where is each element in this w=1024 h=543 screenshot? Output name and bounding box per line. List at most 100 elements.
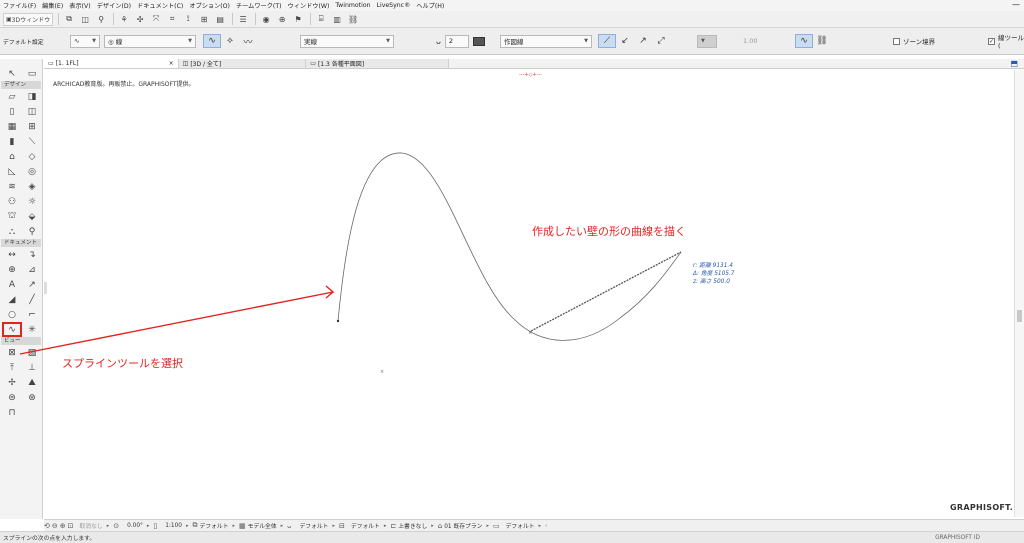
hotspot-tool-icon[interactable]: ✳: [22, 322, 42, 337]
menu-teamwork[interactable]: チームワーク(T): [236, 1, 282, 10]
menu-livesync[interactable]: LiveSync®: [377, 2, 411, 9]
menu-twinmotion[interactable]: Twinmotion: [335, 2, 370, 9]
doc-icon[interactable]: ▥: [330, 13, 344, 26]
dimension-status[interactable]: ⊟ デフォルト ▸: [339, 521, 386, 531]
tab-1fl[interactable]: ▭ [1. 1FL] ×: [44, 59, 179, 68]
spline-tool-icon[interactable]: ∿: [2, 322, 22, 337]
fit-icon[interactable]: ⊡: [68, 522, 74, 530]
graphisoft-id-status[interactable]: GRAPHISOFT ID: [935, 535, 980, 541]
pin-tool-icon[interactable]: ⚲: [22, 224, 42, 239]
marquee-tool-icon[interactable]: ▭: [22, 66, 42, 81]
group-icon[interactable]: ▤: [213, 13, 227, 26]
graphic-override-status[interactable]: ⊏ 上書きなし ▸: [390, 521, 433, 531]
line-tool-icon[interactable]: ╱: [22, 292, 42, 307]
wall-tool-icon[interactable]: ▱: [2, 89, 22, 104]
drawing-line-select[interactable]: 作図線 ▼: [500, 34, 592, 48]
flag-icon[interactable]: ⚑: [291, 13, 305, 26]
beam-tool-icon[interactable]: ⟍: [22, 134, 42, 149]
column-tool-icon[interactable]: ▮: [2, 134, 22, 149]
pen-color-swatch[interactable]: [472, 36, 485, 46]
railing-tool-icon[interactable]: ⛫: [2, 209, 22, 224]
detail-tool-icon[interactable]: ✢: [2, 375, 22, 390]
pen-number-field[interactable]: 2: [444, 34, 469, 48]
spline-geometry-button[interactable]: ∿: [795, 34, 813, 48]
camera-icon[interactable]: ⌸: [314, 13, 328, 26]
dimension-tool-icon[interactable]: ↔: [2, 247, 22, 262]
elevation-view-tool-icon[interactable]: ▧: [22, 345, 42, 360]
arrow-none-button[interactable]: ⟋: [598, 34, 616, 48]
tab-3d[interactable]: ◫ [3D / 全て]: [178, 59, 307, 68]
text-tool-icon[interactable]: A: [2, 277, 22, 292]
menu-edit[interactable]: 編集(E): [42, 1, 63, 10]
drawing-tool-icon[interactable]: ⊓: [2, 405, 22, 420]
polyline-tool-icon[interactable]: ⌐: [22, 307, 42, 322]
section-tool-icon[interactable]: ⊠: [2, 345, 22, 360]
level-dimension-tool-icon[interactable]: ↴: [22, 247, 42, 262]
explode-icon[interactable]: ⤧: [149, 13, 163, 26]
arrow-start-button[interactable]: ↙: [616, 34, 634, 48]
pen-set-status[interactable]: ᴗ デフォルト ▸: [287, 521, 335, 531]
arrow-end-button[interactable]: ↗: [634, 34, 652, 48]
menu-design[interactable]: デザイン(D): [97, 1, 131, 10]
freehand-spline-button[interactable]: 〰: [239, 34, 257, 48]
trim-icon[interactable]: ⌗: [165, 13, 179, 26]
split-icon[interactable]: ⊞: [197, 13, 211, 26]
tab-layout[interactable]: ▭ [1.3 各種平面図]: [306, 59, 450, 68]
3d-window-button[interactable]: ▣ 3Dウィンドウ: [3, 12, 54, 26]
camera-tool-icon[interactable]: ⊜: [2, 390, 22, 405]
door-tool-icon[interactable]: ▯: [2, 104, 22, 119]
scrollbar-thumb[interactable]: [1017, 310, 1022, 322]
menu-window[interactable]: ウィンドウ(W): [288, 1, 330, 10]
zoom-in-icon[interactable]: ⊕: [60, 522, 66, 530]
collab-icon[interactable]: ⛓: [346, 13, 360, 26]
slab-tool-icon[interactable]: ◇: [22, 149, 42, 164]
layer-icon[interactable]: ☰: [236, 13, 250, 26]
bezier-spline-button[interactable]: ⟡: [221, 34, 239, 48]
roof-tool-icon[interactable]: ⌂: [2, 149, 22, 164]
zone-tool-icon[interactable]: ⚇: [2, 194, 22, 209]
angle-status[interactable]: ⊙ 0.00° ▸: [113, 522, 149, 530]
shell-tool-icon[interactable]: ◺: [2, 164, 22, 179]
copy-icon[interactable]: ⧉: [62, 13, 76, 26]
line-style-select[interactable]: 実線 ▼: [300, 34, 394, 48]
elevation-tool-icon[interactable]: ⊕: [2, 262, 22, 277]
arrow-tool-icon[interactable]: ↖: [2, 66, 22, 81]
floor-plan-canvas[interactable]: ARCHICAD教育版。再販禁止。GRAPHISOFT提供。 ---+◇+---: [44, 70, 1014, 517]
window-tool-icon[interactable]: ◫: [22, 104, 42, 119]
menu-options[interactable]: オプション(O): [189, 1, 230, 10]
pet-icon[interactable]: ⟟: [181, 13, 195, 26]
zone-boundary-checkbox[interactable]: [893, 37, 900, 45]
menu-help[interactable]: ヘルプ(H): [416, 1, 444, 10]
object-tool-icon[interactable]: ⊞: [22, 119, 42, 134]
zoom-icon[interactable]: ⊕: [275, 13, 289, 26]
navigator-icon[interactable]: ⬒: [1010, 59, 1018, 68]
back-icon[interactable]: ⟲: [44, 522, 50, 530]
vertical-scrollbar[interactable]: [1014, 70, 1024, 517]
navigation-buttons[interactable]: ⟲ ⊖ ⊕ ⊡: [44, 522, 76, 530]
chevron-left-icon[interactable]: ‹: [545, 523, 547, 529]
menu-file[interactable]: ファイル(F): [3, 1, 36, 10]
column-grid-tool-icon[interactable]: ▦: [2, 119, 22, 134]
zoom-out-icon[interactable]: ⊖: [52, 522, 58, 530]
person-icon[interactable]: ⚲: [94, 13, 108, 26]
mesh-tool-icon[interactable]: ◎: [22, 164, 42, 179]
morph-tool-icon[interactable]: ◈: [22, 179, 42, 194]
interior-elevation-tool-icon[interactable]: ⤒: [2, 360, 22, 375]
scale-status[interactable]: ▯ 1:100 ▸: [153, 522, 188, 530]
menu-document[interactable]: ドキュメント(C): [137, 1, 183, 10]
close-icon[interactable]: ×: [169, 60, 174, 67]
figure-tool-icon[interactable]: ⊛: [22, 390, 42, 405]
arrow-both-button[interactable]: ⤢: [652, 34, 670, 48]
skylight-tool-icon[interactable]: ⬙: [22, 209, 42, 224]
natural-spline-button[interactable]: ∿: [203, 34, 221, 48]
renovation-status[interactable]: ⌂ 01 既存プラン ▸: [438, 521, 489, 531]
orbit-icon[interactable]: ✣: [133, 13, 147, 26]
area-tool-icon[interactable]: ⊿: [22, 262, 42, 277]
stair-tool-icon[interactable]: ≋: [2, 179, 22, 194]
menu-view[interactable]: 表示(V): [69, 1, 90, 10]
change-tool-icon[interactable]: ⛰: [22, 375, 42, 390]
chain-icon[interactable]: ⛓: [813, 34, 831, 48]
circle-tool-icon[interactable]: ○: [2, 307, 22, 322]
render-icon[interactable]: ◉: [259, 13, 273, 26]
lamp-tool-icon[interactable]: ☼: [22, 194, 42, 209]
